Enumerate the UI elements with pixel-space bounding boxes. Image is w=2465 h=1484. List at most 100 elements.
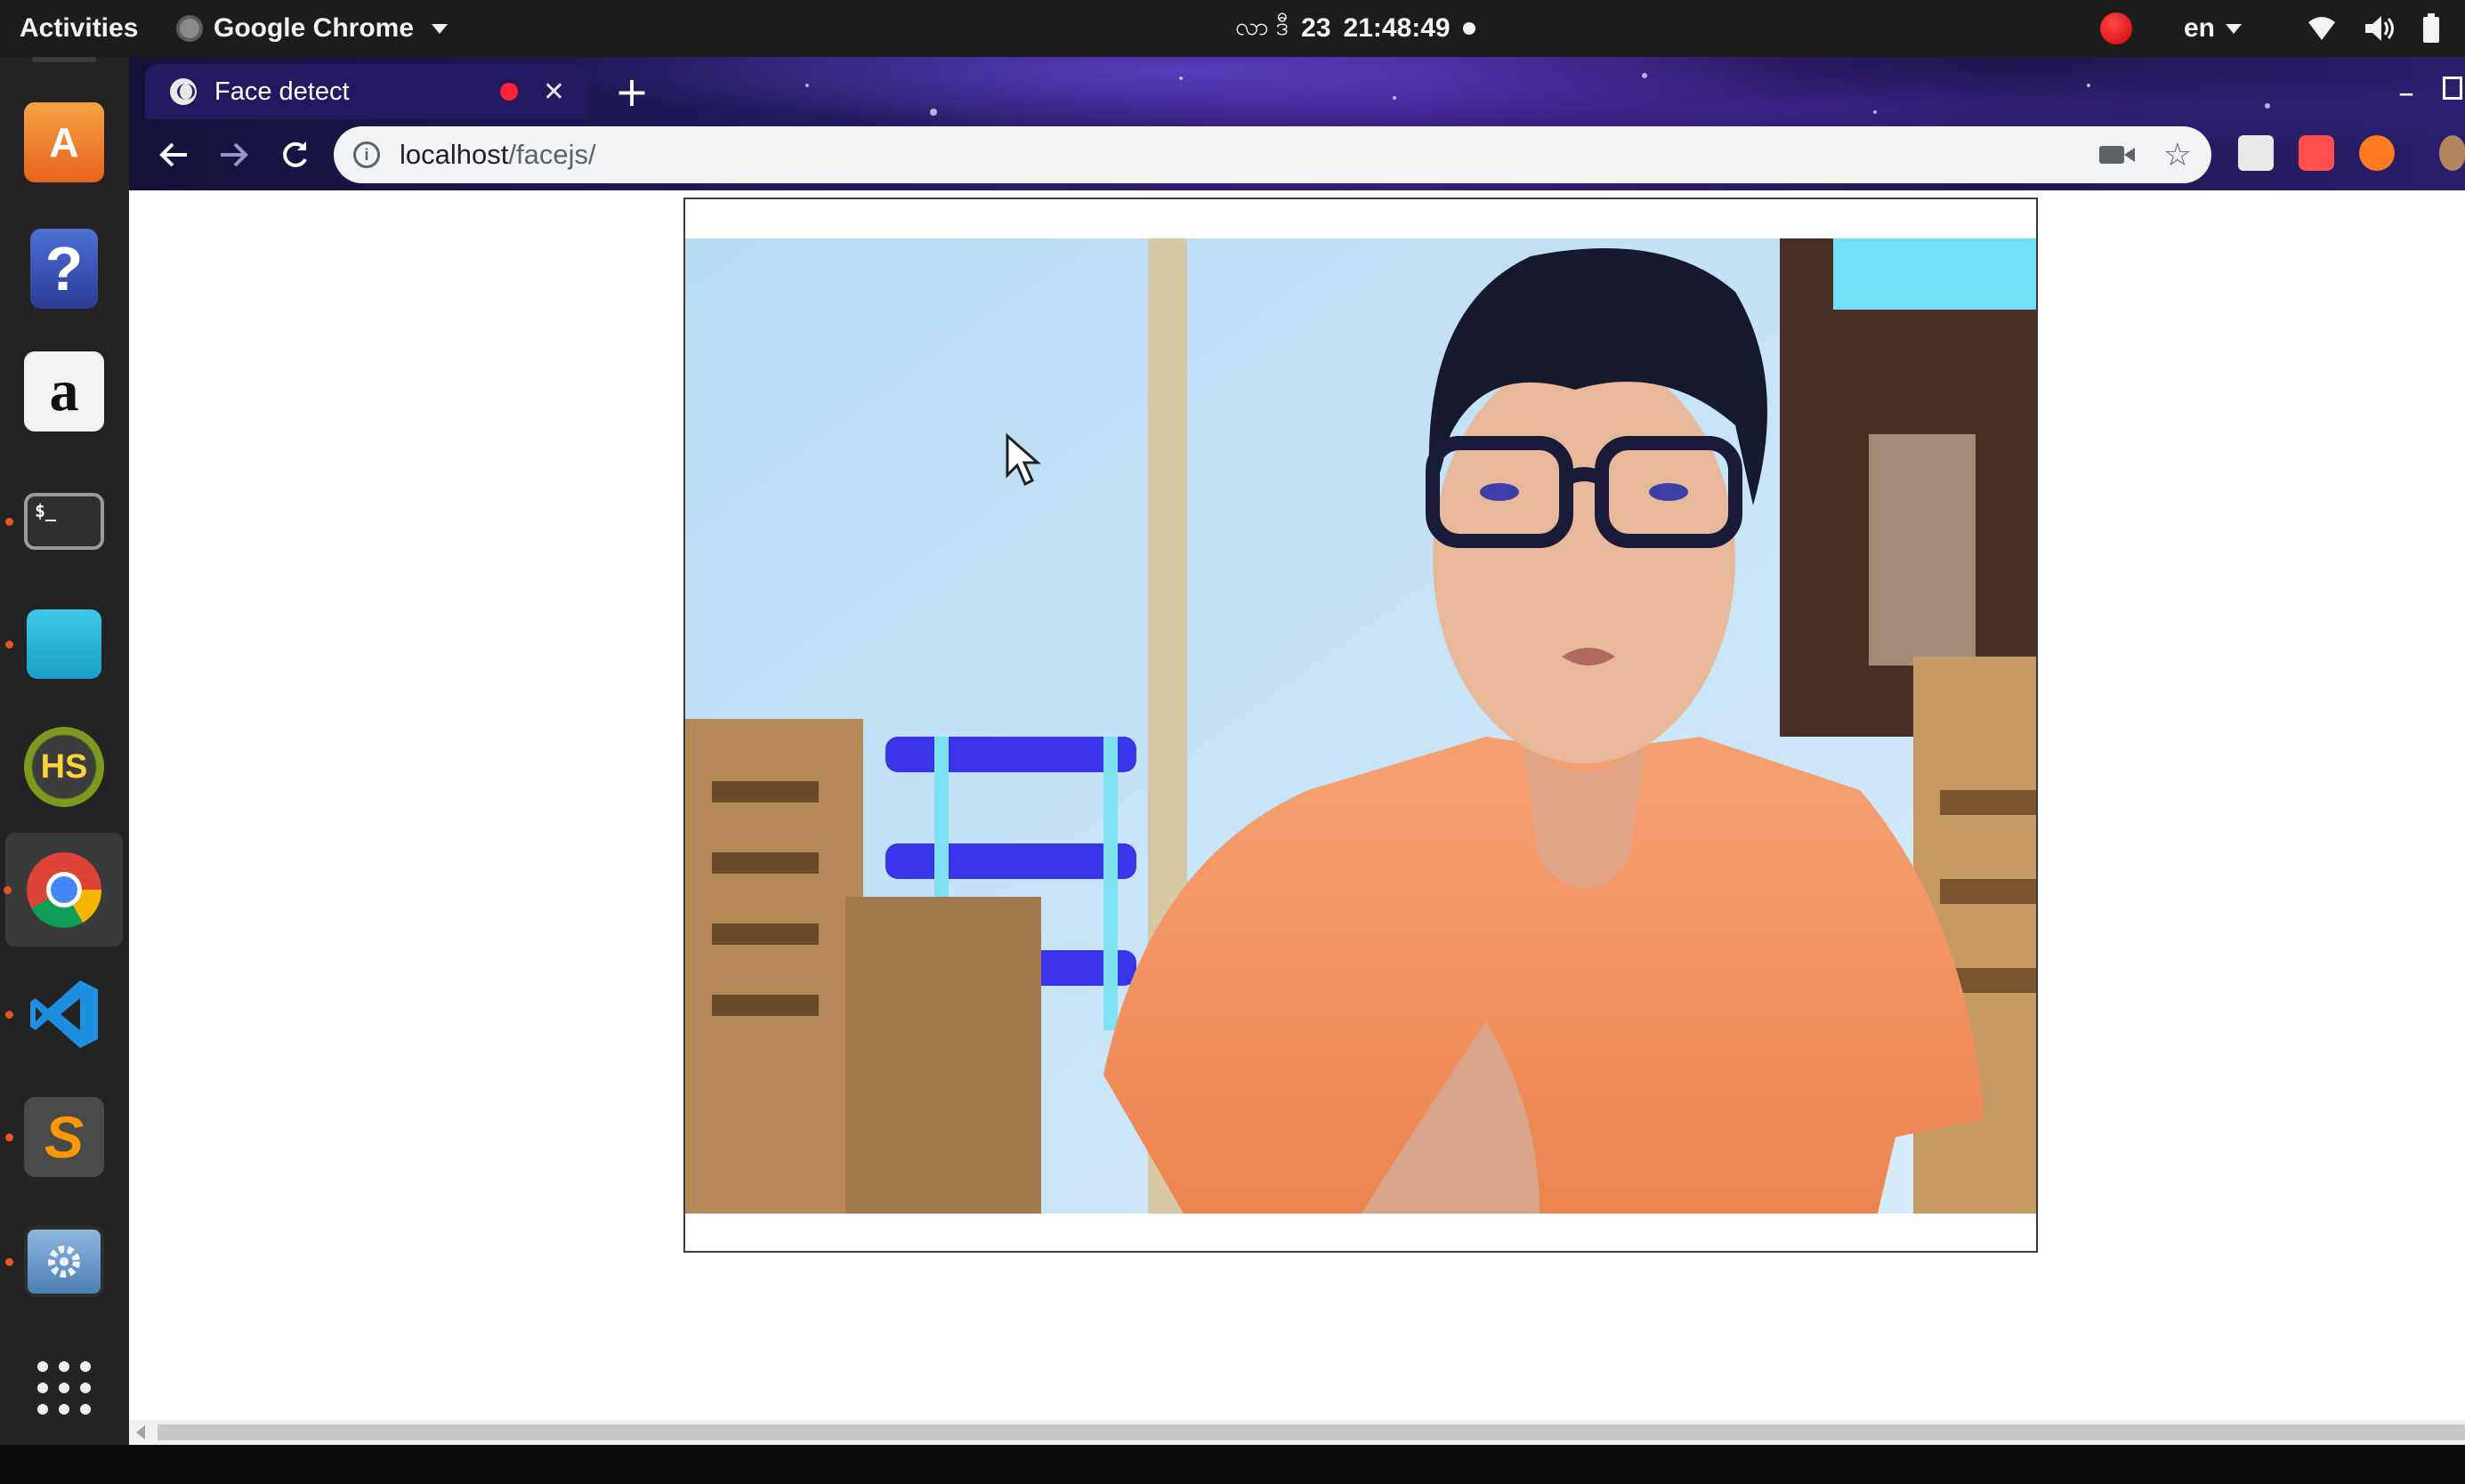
theme-star	[930, 109, 937, 116]
reload-icon	[283, 141, 307, 167]
url-path: /facejs/	[508, 139, 596, 170]
system-top-bar: Activities Google Chrome လာ ဒီ 23 21:48:…	[0, 0, 2465, 57]
tab-close-icon[interactable]: ✕	[543, 77, 565, 108]
chrome-app-icon	[176, 15, 203, 42]
activities-label: Activities	[20, 13, 139, 43]
system-status-menu[interactable]: 2	[2307, 0, 2465, 57]
dock-ubuntu-software[interactable]: A	[21, 100, 107, 185]
help-glyph: ?	[44, 234, 84, 303]
site-info-icon[interactable]: i	[353, 141, 380, 168]
dock-hs[interactable]: HS	[21, 724, 107, 810]
running-indicator	[4, 886, 12, 894]
page-content	[129, 190, 2465, 1445]
terminal-icon: $_	[24, 493, 104, 550]
battery-icon	[2423, 13, 2439, 43]
amazon-glyph: a	[49, 359, 79, 423]
forward-button[interactable]	[207, 128, 261, 181]
ubuntu-software-glyph: A	[49, 119, 79, 165]
sublime-glyph: S	[44, 1104, 85, 1170]
gear-icon	[48, 1246, 80, 1278]
theme-star	[1873, 110, 1877, 114]
dock-files[interactable]	[5, 601, 107, 687]
wifi-icon	[2308, 17, 2335, 40]
webcam-video[interactable]	[685, 238, 2036, 1214]
screen-recording-indicator[interactable]	[2100, 0, 2132, 57]
screen-bottom-border	[0, 1445, 2465, 1484]
video-canvas-frame	[683, 198, 2038, 1253]
arrow-right-icon	[221, 142, 248, 167]
notification-dot-icon	[1462, 22, 1475, 35]
webcam-frame-image	[685, 238, 2036, 1214]
chevron-down-icon	[432, 23, 449, 34]
app-menu-label: Google Chrome	[214, 13, 415, 43]
clock-day-label: လာ ဒီ	[1235, 12, 1289, 40]
folder-icon	[27, 609, 101, 679]
clock-time: 21:48:49	[1343, 13, 1451, 43]
activities-button[interactable]: Activities	[20, 0, 138, 57]
globe-icon	[170, 78, 197, 105]
theme-star	[2265, 103, 2270, 109]
volume-icon	[2365, 16, 2394, 41]
terminal-glyph: $_	[35, 500, 57, 521]
new-tab-button[interactable]: +	[610, 71, 654, 116]
chevron-down-icon	[2226, 23, 2243, 34]
scroll-left-icon[interactable]	[136, 1425, 145, 1440]
app-menu[interactable]: Google Chrome	[176, 0, 449, 57]
record-icon	[2100, 12, 2132, 44]
chrome-icon	[27, 852, 102, 928]
url-host: localhost	[400, 139, 509, 170]
tab-face-detect[interactable]: Face detect ✕	[145, 64, 586, 119]
hs-glyph: HS	[40, 747, 88, 786]
reload-button[interactable]	[268, 128, 321, 181]
extension-close-icon[interactable]	[2359, 135, 2395, 171]
theme-star	[805, 84, 809, 87]
running-indicator	[5, 1258, 13, 1266]
theme-star	[1642, 73, 1647, 78]
dock: A ? a $_ HS S	[0, 57, 129, 1445]
horizontal-scrollbar[interactable]	[129, 1420, 2465, 1445]
new-tab-glyph: +	[614, 68, 650, 116]
arrow-left-icon	[159, 142, 187, 167]
ubuntu-software-icon: A	[24, 102, 104, 182]
bookmark-star-icon[interactable]: ☆	[2163, 136, 2192, 173]
dock-vscode[interactable]	[5, 972, 107, 1057]
dock-remote-desktop[interactable]	[5, 1219, 107, 1304]
show-applications-button[interactable]	[21, 1345, 107, 1431]
help-icon: ?	[30, 229, 98, 309]
browser-toolbar: i localhost/facejs/ ☆	[129, 121, 2465, 190]
language-label: en	[2184, 13, 2216, 43]
maximize-window-button[interactable]	[2443, 77, 2462, 100]
scrollbar-thumb[interactable]	[158, 1424, 2465, 1440]
theme-star	[1179, 77, 1183, 80]
dock-terminal[interactable]: $_	[5, 479, 107, 564]
running-indicator	[5, 518, 13, 526]
tab-recording-icon	[499, 83, 518, 101]
input-language-menu[interactable]: en	[2184, 0, 2243, 57]
extension-shield-icon[interactable]	[2299, 135, 2334, 171]
clock[interactable]: လာ ဒီ 23 21:48:49	[1235, 0, 1475, 57]
remote-desktop-icon	[24, 1226, 104, 1297]
clock-date: 23	[1301, 13, 1331, 43]
tab-title: Face detect	[214, 77, 350, 106]
minimize-window-button[interactable]: –	[2398, 75, 2414, 111]
running-indicator	[5, 1133, 13, 1141]
profile-avatar[interactable]	[2439, 135, 2465, 171]
dock-amazon[interactable]: a	[21, 349, 107, 434]
dock-help[interactable]: ?	[21, 226, 107, 311]
theme-star	[1393, 96, 1396, 100]
extension-cube-icon[interactable]	[2238, 135, 2274, 171]
browser-frame-theme: Face detect ✕ + – i localhost/facejs/ ☆	[129, 57, 2465, 190]
vscode-icon	[30, 980, 98, 1048]
sublime-icon: S	[24, 1097, 104, 1177]
dock-chrome[interactable]	[4, 833, 123, 947]
app-grid-icon	[37, 1361, 91, 1415]
running-indicator	[5, 641, 13, 649]
running-indicator	[5, 1011, 13, 1019]
dock-sublime[interactable]: S	[5, 1094, 107, 1180]
back-button[interactable]	[147, 128, 200, 181]
camera-in-use-icon[interactable]	[2098, 146, 2135, 164]
dock-scroll-hint	[32, 57, 96, 62]
theme-star	[2087, 84, 2090, 87]
address-bar[interactable]: i localhost/facejs/ ☆	[334, 126, 2211, 183]
hs-icon: HS	[24, 727, 104, 807]
